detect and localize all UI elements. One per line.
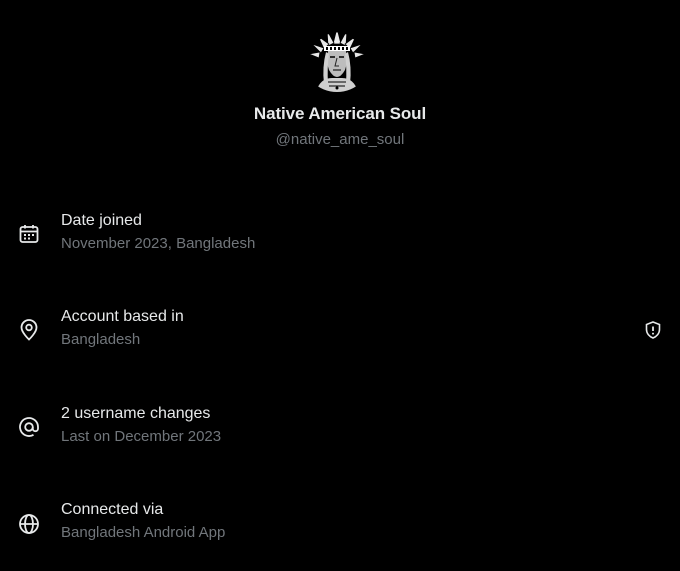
info-row-connected-via: Connected via Bangladesh Android App [0, 501, 680, 561]
user-handle: @native_ame_soul [275, 131, 405, 148]
info-row-account-based-in[interactable]: Account based in Bangladesh [0, 308, 680, 368]
row-subtitle: Bangladesh [61, 331, 141, 348]
shield-icon[interactable] [643, 320, 663, 340]
at-sign-icon [17, 415, 41, 439]
row-title: Date joined [61, 212, 142, 229]
row-subtitle: November 2023, Bangladesh [61, 235, 256, 252]
globe-icon [17, 512, 41, 536]
row-title: Account based in [61, 308, 184, 325]
row-title: 2 username changes [61, 405, 211, 422]
row-subtitle: Last on December 2023 [61, 428, 222, 445]
row-subtitle: Bangladesh Android App [61, 524, 226, 541]
avatar[interactable] [302, 22, 372, 92]
profile-header: Native American Soul @native_ame_soul [0, 0, 680, 160]
location-pin-icon [17, 318, 41, 342]
display-name: Native American Soul [253, 104, 427, 123]
info-row-date-joined: Date joined November 2023, Bangladesh [0, 212, 680, 272]
row-title: Connected via [61, 501, 164, 518]
headdress-portrait-icon [302, 22, 372, 92]
calendar-icon [17, 222, 41, 246]
info-row-username-changes: 2 username changes Last on December 2023 [0, 405, 680, 465]
